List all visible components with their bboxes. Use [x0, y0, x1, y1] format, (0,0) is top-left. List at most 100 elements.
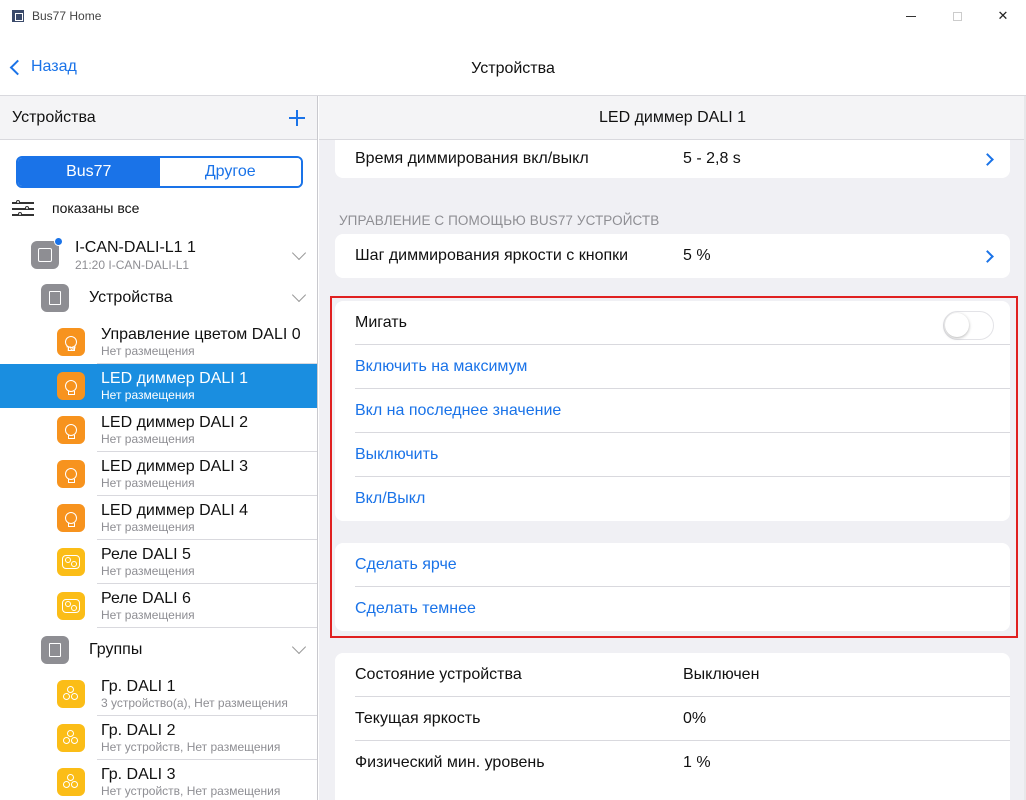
folder-groups[interactable]: Группы — [0, 628, 317, 672]
device-item[interactable]: LED диммер DALI 1 Нет размещения — [0, 364, 317, 408]
device-item[interactable]: TW Управление цветом DALI 0 Нет размещения — [0, 320, 317, 364]
brightness-rows: Сделать ярче Сделать темнее — [335, 543, 1010, 631]
brightness-action-link[interactable]: Сделать ярче — [355, 556, 457, 574]
device-name: Реле DALI 6 — [101, 590, 191, 607]
dim-step-row[interactable]: Шаг диммирования яркости с кнопки 5 % — [335, 234, 1010, 278]
device-item[interactable]: Реле DALI 6 Нет размещения — [0, 584, 317, 628]
device-name: LED диммер DALI 4 — [101, 502, 248, 519]
device-name: LED диммер DALI 2 — [101, 414, 248, 431]
device-item[interactable]: LED диммер DALI 3 Нет размещения — [0, 452, 317, 496]
brightness-action-row[interactable]: Сделать ярче — [335, 543, 1010, 587]
device-tree: I-CAN-DALI-L1 1 21:20 I-CAN-DALI-L1 Устр… — [0, 236, 317, 800]
group-name: Гр. DALI 3 — [101, 766, 176, 783]
device-name: LED диммер DALI 1 — [101, 370, 248, 387]
group-icon — [57, 724, 85, 752]
folder-label: Устройства — [89, 289, 173, 306]
bulb-icon — [57, 460, 85, 488]
folder-devices[interactable]: Устройства — [0, 276, 317, 320]
sidebar-title: Устройства — [12, 108, 96, 126]
device-item[interactable]: LED диммер DALI 2 Нет размещения — [0, 408, 317, 452]
dim-time-row[interactable]: Время диммирования вкл/выкл 5 - 2,8 s — [335, 140, 1010, 178]
action-row[interactable]: Вкл/Выкл — [335, 477, 1010, 521]
device-list: TW Управление цветом DALI 0 Нет размещения… — [0, 320, 317, 628]
controller-node[interactable]: I-CAN-DALI-L1 1 21:20 I-CAN-DALI-L1 — [0, 236, 317, 276]
sidebar-header: Устройства — [0, 96, 317, 140]
minimize-button[interactable] — [888, 0, 934, 32]
action-row[interactable]: Выключить — [335, 433, 1010, 477]
device-name: Управление цветом DALI 0 — [101, 326, 301, 343]
maximize-icon — [952, 11, 962, 21]
device-name: Реле DALI 5 — [101, 546, 191, 563]
chevron-down-icon[interactable] — [291, 639, 307, 655]
action-row[interactable]: Вкл на последнее значение — [335, 389, 1010, 433]
action-rows: Включить на максимум Вкл на последнее зна… — [335, 345, 1010, 521]
status-label: Физический мин. уровень — [355, 754, 545, 771]
chevron-down-icon[interactable] — [291, 245, 307, 261]
detail-title: LED диммер DALI 1 — [319, 96, 1026, 140]
group-list: Гр. DALI 13 устройство(а), Нет размещени… — [0, 672, 317, 800]
filter-label: показаны все — [52, 200, 140, 216]
device-subtitle: Нет размещения — [101, 432, 195, 446]
close-button[interactable]: ✕ — [980, 0, 1026, 32]
device-subtitle: Нет размещения — [101, 344, 195, 358]
segment-bus77[interactable]: Bus77 — [18, 158, 160, 186]
group-icon — [57, 680, 85, 708]
status-row: Состояние устройства Выключен — [335, 653, 1010, 697]
device-item[interactable]: Реле DALI 5 Нет размещения — [0, 540, 317, 584]
device-subtitle: Нет размещения — [101, 608, 195, 622]
add-device-button[interactable] — [289, 109, 305, 126]
chevron-right-icon — [981, 249, 994, 263]
status-label: Текущая яркость — [355, 710, 481, 727]
chevron-down-icon[interactable] — [291, 287, 307, 303]
window-titlebar: Bus77 Home ✕ — [0, 0, 1026, 32]
group-item[interactable]: Гр. DALI 2 Нет устройств, Нет размещения — [0, 716, 317, 760]
actions-card: Мигать Включить на максимум Вкл на послед… — [335, 301, 1010, 521]
chevron-right-icon — [981, 152, 994, 166]
filter-row[interactable]: показаны все — [12, 200, 139, 216]
status-dot — [54, 237, 63, 246]
device-subtitle: Нет размещения — [101, 476, 195, 490]
brightness-action-row[interactable]: Сделать темнее — [335, 587, 1010, 631]
status-row: Физический мин. уровень 1 % — [335, 741, 1010, 785]
maximize-button — [934, 0, 980, 32]
relay-icon — [57, 592, 85, 620]
bulb-icon — [57, 372, 85, 400]
section-caption: УПРАВЛЕНИЕ С ПОМОЩЬЮ BUS77 УСТРОЙСТВ — [339, 213, 660, 228]
app-icon — [12, 10, 24, 22]
status-rows: Состояние устройства Выключен Текущая ярко… — [335, 653, 1010, 785]
page-title: Устройства — [471, 60, 555, 77]
dim-step-card: Шаг диммирования яркости с кнопки 5 % — [335, 234, 1010, 278]
blink-toggle[interactable] — [943, 311, 994, 340]
group-name: Гр. DALI 2 — [101, 722, 176, 739]
action-link[interactable]: Выключить — [355, 446, 438, 464]
device-name: LED диммер DALI 3 — [101, 458, 248, 475]
bulb-icon — [57, 416, 85, 444]
status-value: Выключен — [683, 666, 760, 683]
status-value: 0% — [683, 710, 707, 727]
dim-time-label: Время диммирования вкл/выкл — [355, 150, 589, 167]
status-value: 1 % — [683, 754, 711, 771]
folder-label: Группы — [89, 641, 143, 658]
brightness-card: Сделать ярче Сделать темнее — [335, 543, 1010, 631]
device-subtitle: Нет размещения — [101, 564, 195, 578]
group-item[interactable]: Гр. DALI 13 устройство(а), Нет размещени… — [0, 672, 317, 716]
window-controls: ✕ — [888, 0, 1026, 32]
device-detail-panel: LED диммер DALI 1 Время диммирования вкл… — [319, 96, 1026, 800]
group-icon — [57, 768, 85, 796]
controller-chip-icon — [31, 241, 59, 269]
status-label: Состояние устройства — [355, 666, 522, 683]
blink-row: Мигать — [335, 301, 1010, 345]
folder-icon — [41, 284, 69, 312]
action-link[interactable]: Вкл на последнее значение — [355, 402, 561, 420]
action-link[interactable]: Вкл/Выкл — [355, 490, 425, 508]
group-subtitle: Нет устройств, Нет размещения — [101, 784, 281, 798]
source-segmented-control: Bus77 Другое — [16, 156, 303, 188]
action-link[interactable]: Включить на максимум — [355, 358, 527, 376]
action-row[interactable]: Включить на максимум — [335, 345, 1010, 389]
device-item[interactable]: LED диммер DALI 4 Нет размещения — [0, 496, 317, 540]
dim-step-value: 5 % — [683, 247, 711, 264]
segment-other[interactable]: Другое — [159, 158, 301, 186]
group-item[interactable]: Гр. DALI 3 Нет устройств, Нет размещения — [0, 760, 317, 800]
brightness-action-link[interactable]: Сделать темнее — [355, 600, 476, 618]
blink-label: Мигать — [355, 314, 407, 331]
